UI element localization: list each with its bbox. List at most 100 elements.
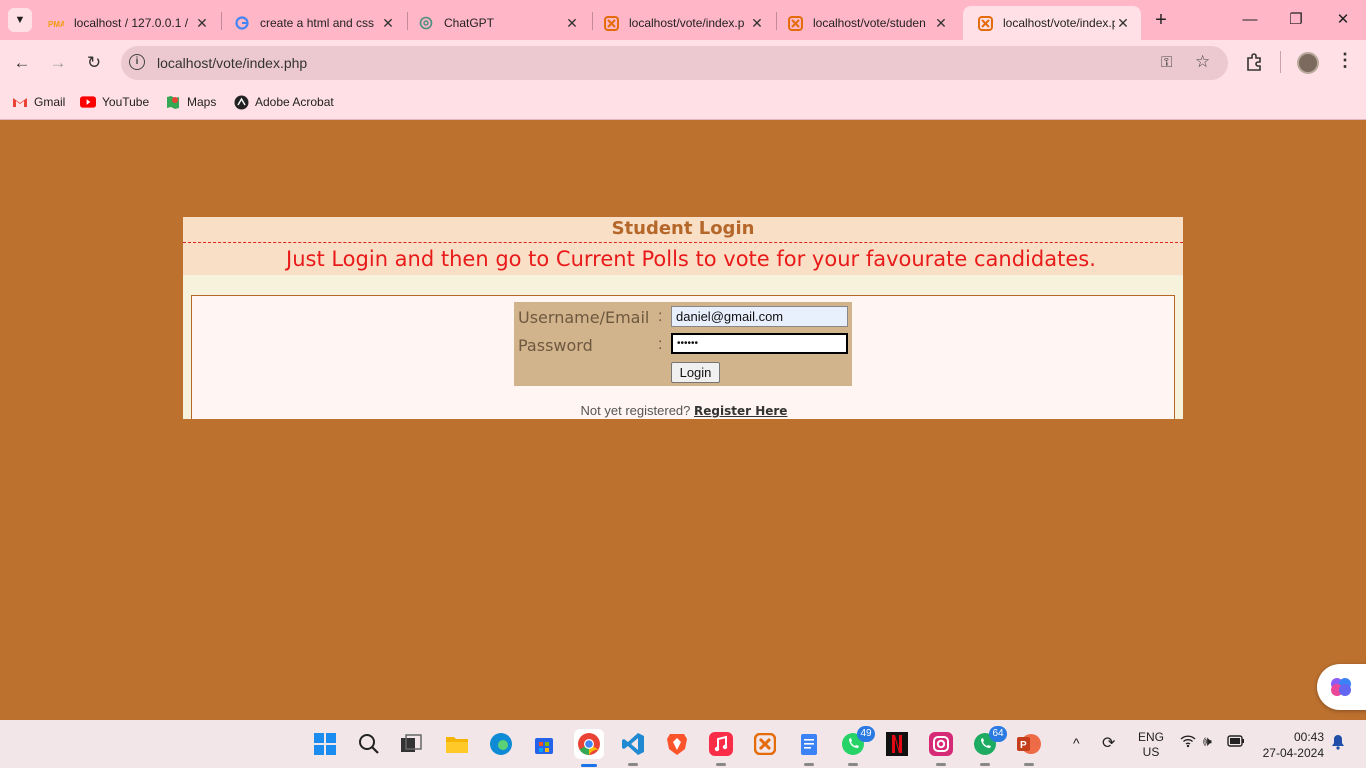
close-window-icon[interactable]: ✕: [1333, 10, 1353, 30]
tab-vote-index-active[interactable]: localhost/vote/index.p ✕: [963, 6, 1141, 40]
apple-music-icon[interactable]: [707, 730, 735, 766]
bookmark-youtube[interactable]: YouTube: [80, 94, 149, 110]
region-label: US: [1142, 745, 1160, 759]
chevron-up-icon[interactable]: ^: [1073, 735, 1080, 751]
clock-date: 27-04-2024: [1262, 746, 1324, 760]
google-icon: [234, 15, 250, 31]
password-key-icon[interactable]: ⚿: [1161, 54, 1172, 71]
wifi-icon[interactable]: [1180, 734, 1196, 751]
running-indicator: [1024, 763, 1034, 766]
battery-icon[interactable]: [1227, 735, 1245, 750]
tab-strip: ▼ PMA localhost / 127.0.0.1 / ✕ create a…: [0, 0, 1366, 40]
vscode-icon[interactable]: [619, 730, 647, 766]
bookmark-acrobat[interactable]: Adobe Acrobat: [233, 94, 334, 110]
notepad-icon[interactable]: [795, 730, 823, 766]
powerpoint-icon[interactable]: P: [1015, 730, 1043, 766]
chatgpt-icon: [418, 15, 434, 31]
tab-vote-student[interactable]: localhost/vote/studen ✕: [773, 6, 959, 40]
notification-bell-icon[interactable]: [1331, 734, 1345, 753]
register-prompt: Not yet registered?: [580, 403, 691, 418]
register-link[interactable]: Register Here: [694, 404, 787, 418]
running-indicator: [980, 763, 990, 766]
extensions-icon[interactable]: [1244, 52, 1264, 72]
bookmark-star-icon[interactable]: ☆: [1195, 52, 1210, 72]
microsoft-store-icon[interactable]: [530, 730, 558, 758]
volume-icon[interactable]: 🕪: [1203, 733, 1212, 750]
close-tab-icon[interactable]: ✕: [749, 15, 765, 32]
tab-chatgpt[interactable]: ChatGPT ✕: [404, 6, 590, 40]
tab-search-button[interactable]: ▼: [8, 8, 32, 32]
profile-avatar[interactable]: [1297, 52, 1319, 74]
login-button[interactable]: Login: [671, 362, 720, 383]
clock[interactable]: 00:43 27-04-2024: [1258, 729, 1324, 761]
xampp-icon: [787, 15, 803, 31]
whatsapp-beta-icon[interactable]: 64: [971, 726, 1007, 766]
gmail-icon: [12, 94, 28, 110]
close-tab-icon[interactable]: ✕: [1115, 15, 1131, 32]
file-explorer-icon[interactable]: [443, 730, 471, 758]
tab-title: localhost / 127.0.0.1 /: [74, 16, 189, 30]
page-title: Student Login: [183, 217, 1183, 243]
menu-kebab-icon[interactable]: ⋮: [1336, 50, 1354, 71]
floating-assistant-widget[interactable]: [1317, 664, 1366, 710]
close-tab-icon[interactable]: ✕: [380, 15, 396, 32]
bookmark-maps[interactable]: Maps: [165, 94, 216, 110]
tab-vote-index[interactable]: localhost/vote/index.p ✕: [589, 6, 775, 40]
xampp-taskbar-icon[interactable]: [751, 730, 779, 758]
svg-text:PMA: PMA: [48, 20, 64, 29]
search-icon[interactable]: [355, 730, 383, 758]
chrome-icon[interactable]: [574, 729, 604, 767]
netflix-icon[interactable]: [883, 730, 911, 758]
bookmarks-bar: Gmail YouTube Maps Adobe Acrobat: [0, 86, 1366, 120]
notification-badge: 49: [857, 726, 875, 742]
tab-phpmyadmin[interactable]: PMA localhost / 127.0.0.1 / ✕: [34, 6, 220, 40]
password-field[interactable]: ••••••: [671, 333, 848, 354]
running-indicator: [716, 763, 726, 766]
address-url: localhost/vote/index.php: [157, 55, 308, 71]
whatsapp-icon[interactable]: 49: [839, 726, 875, 766]
running-indicator: [848, 763, 858, 766]
instruction-message: Just Login and then go to Current Polls …: [183, 243, 1183, 275]
tab-title: localhost/vote/index.p: [1003, 16, 1115, 30]
close-tab-icon[interactable]: ✕: [194, 15, 210, 32]
taskbar: 49 64 P ^ ⟳ ENG US 🕪 00:43 27-04-2024: [0, 720, 1366, 768]
task-view-icon[interactable]: [397, 730, 425, 758]
close-tab-icon[interactable]: ✕: [933, 15, 949, 32]
instagram-icon[interactable]: [927, 730, 955, 766]
minimize-icon[interactable]: —: [1240, 10, 1260, 30]
bookmark-label: Adobe Acrobat: [255, 95, 334, 109]
running-indicator: [804, 763, 814, 766]
reload-icon[interactable]: ↻: [83, 52, 105, 74]
username-field[interactable]: daniel@gmail.com: [671, 306, 848, 327]
windows-start-icon[interactable]: [311, 730, 339, 758]
tab-title: localhost/vote/index.p: [629, 16, 745, 30]
site-info-icon[interactable]: i: [129, 54, 145, 70]
colon-separator: :: [658, 308, 663, 325]
acrobat-icon: [233, 94, 249, 110]
bookmark-label: Gmail: [34, 95, 66, 109]
brave-icon[interactable]: [663, 730, 691, 758]
edge-icon[interactable]: [487, 730, 515, 758]
toolbar-divider: [1280, 51, 1281, 73]
colon-separator: :: [658, 336, 663, 353]
restore-icon[interactable]: ❐: [1286, 10, 1306, 30]
bookmark-gmail[interactable]: Gmail: [12, 94, 65, 110]
language-indicator[interactable]: ENG US: [1138, 730, 1164, 760]
bookmark-label: YouTube: [102, 95, 150, 109]
tab-title: create a html and css: [260, 16, 375, 30]
notification-badge: 64: [989, 726, 1007, 742]
running-indicator: [628, 763, 638, 766]
address-bar[interactable]: i localhost/vote/index.php ⚿ ☆: [121, 46, 1228, 80]
tab-google-search[interactable]: create a html and css ✕: [220, 6, 406, 40]
browser-toolbar: ← → ↻ i localhost/vote/index.php ⚿ ☆ ⋮: [0, 40, 1366, 86]
close-tab-icon[interactable]: ✕: [564, 15, 580, 32]
back-icon[interactable]: ←: [11, 52, 33, 74]
new-tab-icon[interactable]: +: [1150, 9, 1172, 31]
sync-icon[interactable]: ⟳: [1102, 733, 1115, 753]
maps-icon: [165, 94, 181, 110]
tab-title: ChatGPT: [444, 16, 495, 30]
running-indicator: [936, 763, 946, 766]
xampp-icon: [603, 15, 619, 31]
svg-text:P: P: [1020, 740, 1027, 751]
forward-icon[interactable]: →: [47, 52, 69, 74]
